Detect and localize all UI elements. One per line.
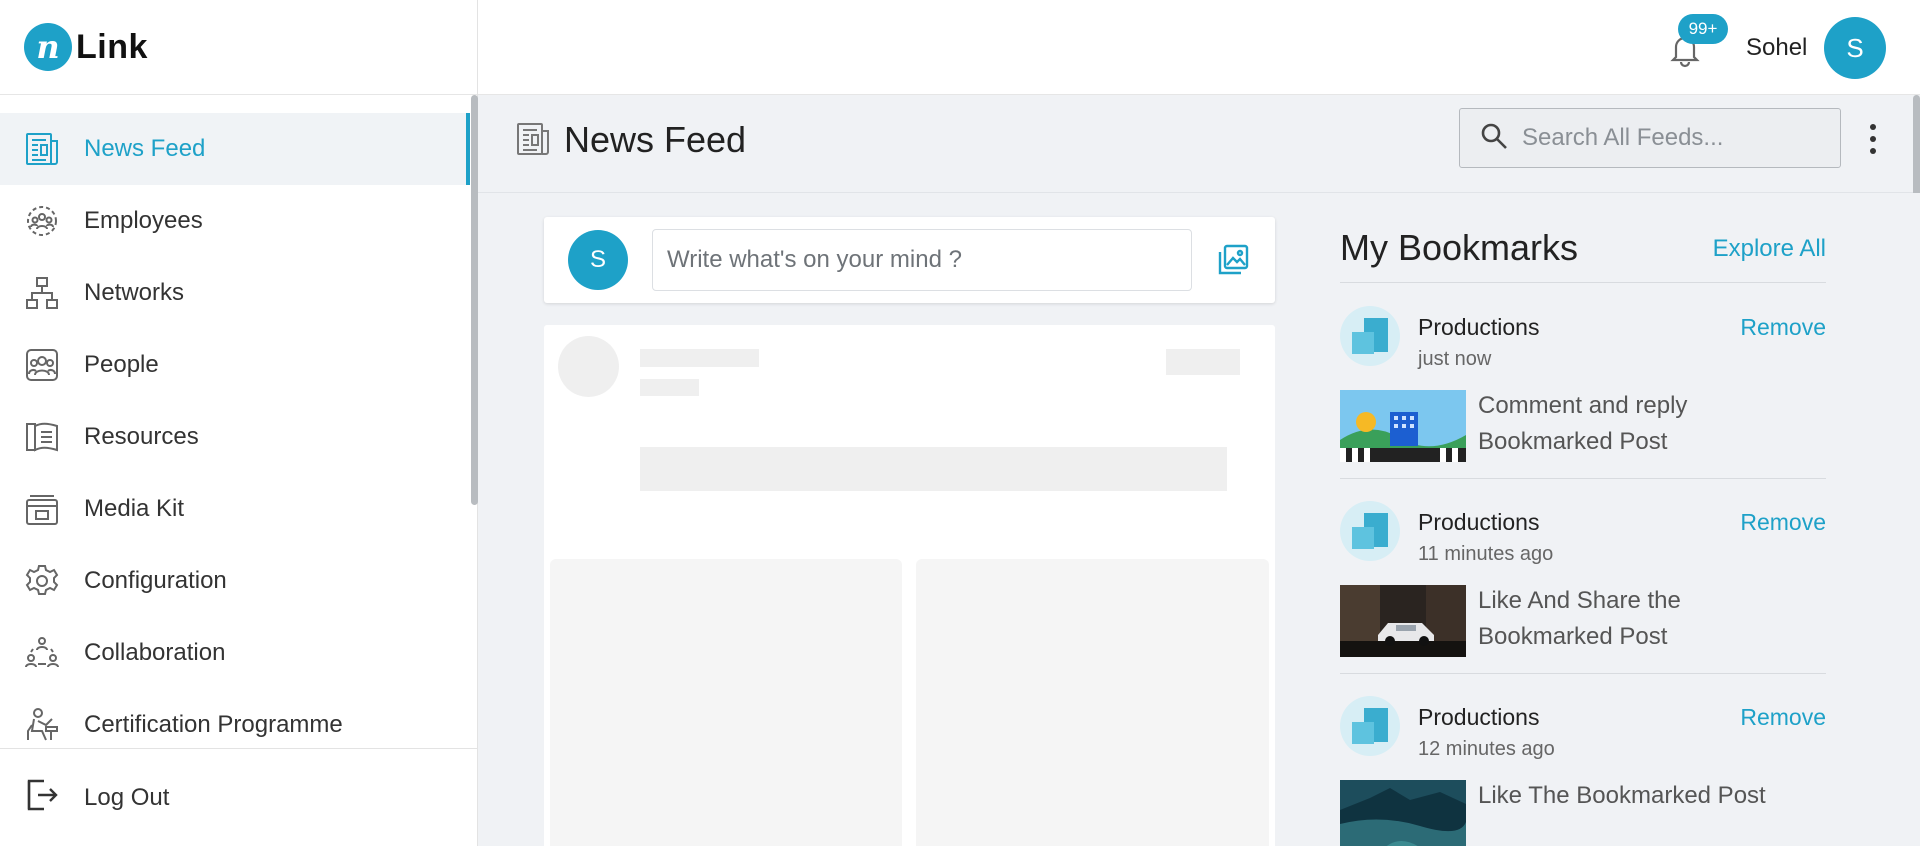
- productions-logo-icon: [1340, 306, 1400, 366]
- sidebar-item-configuration[interactable]: Configuration: [0, 545, 470, 617]
- bookmark-time: 11 minutes ago: [1418, 543, 1554, 565]
- sidebar-item-label: Resources: [84, 423, 199, 450]
- page-header: News Feed: [478, 95, 1920, 193]
- skeleton-line: [1166, 349, 1240, 375]
- sidebar-item-label: Media Kit: [84, 495, 185, 522]
- bookmark-thumbnail[interactable]: [1340, 780, 1466, 846]
- logout-icon: [24, 777, 60, 818]
- bookmark-author: Productions: [1418, 314, 1540, 340]
- news-feed-icon: [24, 131, 60, 167]
- employees-icon: [24, 203, 60, 239]
- sidebar-item-news-feed[interactable]: News Feed: [0, 113, 470, 185]
- skeleton-text-block: [640, 447, 1227, 491]
- bookmark-item[interactable]: Productions 11 minutes ago Remove Like A…: [1340, 479, 1826, 674]
- bookmark-thumbnail[interactable]: [1340, 390, 1466, 462]
- brand-logo-mark: n: [24, 23, 72, 71]
- bookmarks-title: My Bookmarks: [1340, 227, 1579, 268]
- bookmark-text: Like And Share the Bookmarked Post: [1478, 587, 1681, 650]
- skeleton-image: [550, 559, 902, 846]
- news-feed-icon: [515, 121, 551, 157]
- sidebar-item-label: News Feed: [84, 135, 206, 162]
- logout-label: Log Out: [84, 783, 170, 811]
- avatar[interactable]: S: [1824, 17, 1886, 79]
- remove-bookmark-button[interactable]: Remove: [1740, 509, 1826, 536]
- sidebar-item-employees[interactable]: Employees: [0, 185, 470, 257]
- gear-icon: [24, 563, 60, 599]
- sidebar-item-label: Configuration: [84, 567, 227, 594]
- main-content: S My Bookmarks Explore All Productions j…: [478, 193, 1920, 846]
- bookmark-author: Productions: [1418, 509, 1540, 535]
- brand[interactable]: n Link: [0, 0, 477, 95]
- top-header: 99+ Sohel S: [478, 0, 1920, 95]
- post-input[interactable]: [652, 229, 1192, 291]
- sidebar-item-label: Collaboration: [84, 639, 226, 666]
- sidebar-item-label: Networks: [84, 279, 185, 306]
- bookmark-item[interactable]: Productions 12 minutes ago Remove Like T…: [1340, 674, 1826, 846]
- media-kit-icon: [24, 491, 60, 527]
- sidebar-item-label: People: [84, 351, 159, 378]
- remove-bookmark-button[interactable]: Remove: [1740, 314, 1826, 341]
- sidebar-item-resources[interactable]: Resources: [0, 401, 470, 473]
- bookmark-thumbnail[interactable]: [1340, 585, 1466, 657]
- remove-bookmark-button[interactable]: Remove: [1740, 704, 1826, 731]
- productions-logo-icon: [1340, 501, 1400, 561]
- bookmark-item[interactable]: Productions just now Remove Comment and …: [1340, 284, 1826, 479]
- more-options-icon[interactable]: [1867, 121, 1879, 157]
- user-name[interactable]: Sohel: [1746, 34, 1807, 62]
- certification-icon: [24, 707, 60, 743]
- bookmarks-header: My Bookmarks Explore All: [1340, 223, 1826, 283]
- networks-icon: [24, 275, 60, 311]
- sidebar-item-label: Employees: [84, 207, 203, 234]
- resources-icon: [24, 419, 60, 455]
- logout-button[interactable]: Log Out: [0, 748, 478, 846]
- collaboration-icon: [24, 635, 60, 671]
- explore-all-link[interactable]: Explore All: [1713, 235, 1826, 263]
- bookmark-time: 12 minutes ago: [1418, 738, 1555, 760]
- people-icon: [24, 347, 60, 383]
- bookmark-author: Productions: [1418, 704, 1540, 730]
- bookmark-text: Comment and reply Bookmarked Post: [1478, 392, 1688, 455]
- skeleton-image: [916, 559, 1269, 846]
- avatar: S: [568, 230, 628, 290]
- brand-name: Link: [76, 27, 148, 66]
- post-composer: S: [544, 217, 1275, 303]
- bookmarks-panel: My Bookmarks Explore All Productions jus…: [1340, 193, 1826, 846]
- sidebar-scrollbar[interactable]: [471, 95, 478, 505]
- search-input[interactable]: [1522, 124, 1822, 152]
- sidebar: n Link News Feed Employees Networks Peop…: [0, 0, 478, 846]
- skeleton-line: [640, 349, 759, 367]
- search-box[interactable]: [1459, 108, 1841, 168]
- skeleton-line: [640, 379, 699, 396]
- image-upload-icon[interactable]: [1216, 243, 1250, 277]
- sidebar-item-collaboration[interactable]: Collaboration: [0, 617, 470, 689]
- sidebar-nav: News Feed Employees Networks People Reso…: [0, 113, 470, 761]
- page-title: News Feed: [564, 119, 747, 160]
- skeleton-avatar: [558, 336, 619, 397]
- sidebar-item-people[interactable]: People: [0, 329, 470, 401]
- notification-badge: 99+: [1678, 14, 1728, 44]
- sidebar-item-label: Certification Programme: [84, 711, 343, 738]
- search-icon: [1480, 122, 1508, 155]
- bookmark-text: Like The Bookmarked Post: [1478, 782, 1766, 809]
- loading-post-skeleton: [544, 325, 1275, 846]
- productions-logo-icon: [1340, 696, 1400, 756]
- sidebar-item-media-kit[interactable]: Media Kit: [0, 473, 470, 545]
- bookmark-time: just now: [1418, 348, 1492, 370]
- sidebar-item-networks[interactable]: Networks: [0, 257, 470, 329]
